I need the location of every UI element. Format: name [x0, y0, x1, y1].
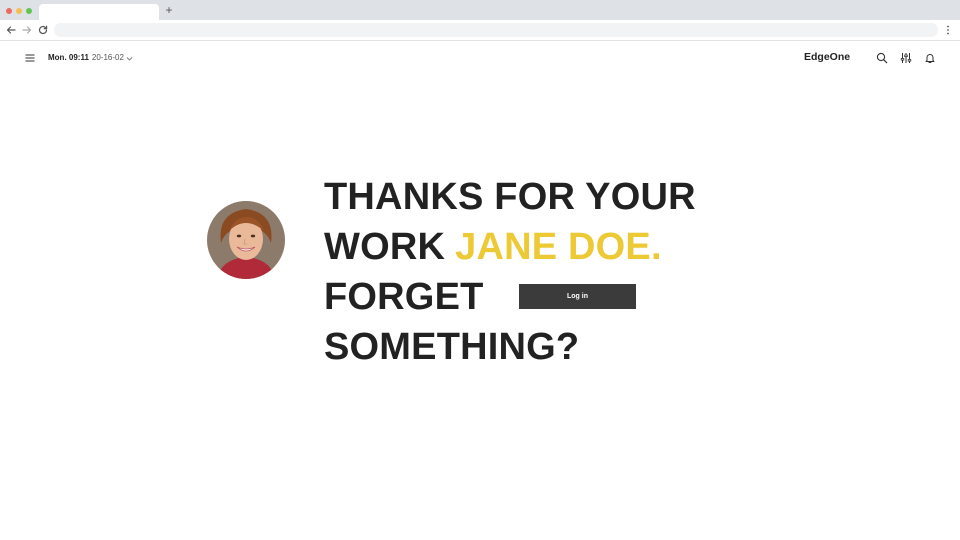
menu-icon[interactable]	[25, 53, 35, 63]
brand-logo[interactable]: EdgeOne	[804, 50, 850, 64]
window-minimize-dot[interactable]	[16, 8, 22, 14]
browser-address-bar	[0, 20, 960, 41]
bell-icon[interactable]	[924, 52, 936, 64]
forward-arrow-icon[interactable]	[21, 24, 33, 36]
url-input[interactable]	[54, 23, 938, 37]
new-tab-button[interactable]: +	[163, 3, 175, 17]
back-arrow-icon[interactable]	[5, 24, 17, 36]
day-time-text: Mon. 09:11	[48, 53, 89, 62]
avatar	[207, 201, 285, 279]
reload-icon[interactable]	[37, 24, 49, 36]
sliders-icon[interactable]	[900, 52, 912, 64]
login-button[interactable]: Log in	[519, 284, 636, 309]
headline-line-4: SOMETHING?	[324, 326, 580, 368]
window-maximize-dot[interactable]	[26, 8, 32, 14]
headline-line-2: WORK JANE DOE.	[324, 222, 744, 272]
headline-work-text: WORK	[324, 226, 446, 268]
headline-line-1: THANKS FOR YOUR	[324, 176, 696, 218]
kebab-menu-icon[interactable]	[944, 24, 952, 36]
app-header: Mon. 09:11 20-16-02 EdgeOne	[0, 42, 960, 74]
chevron-down-icon	[126, 55, 133, 62]
date-text: 20-16-02	[91, 53, 124, 62]
user-name: JANE DOE.	[455, 226, 662, 268]
datetime-selector[interactable]: Mon. 09:11 20-16-02	[48, 52, 133, 64]
thanks-headline: THANKS FOR YOUR WORK JANE DOE. FORGET SO…	[324, 172, 744, 372]
search-icon[interactable]	[876, 52, 888, 64]
browser-tab-bar: +	[0, 0, 960, 20]
browser-tab[interactable]	[39, 4, 159, 20]
window-close-dot[interactable]	[6, 8, 12, 14]
